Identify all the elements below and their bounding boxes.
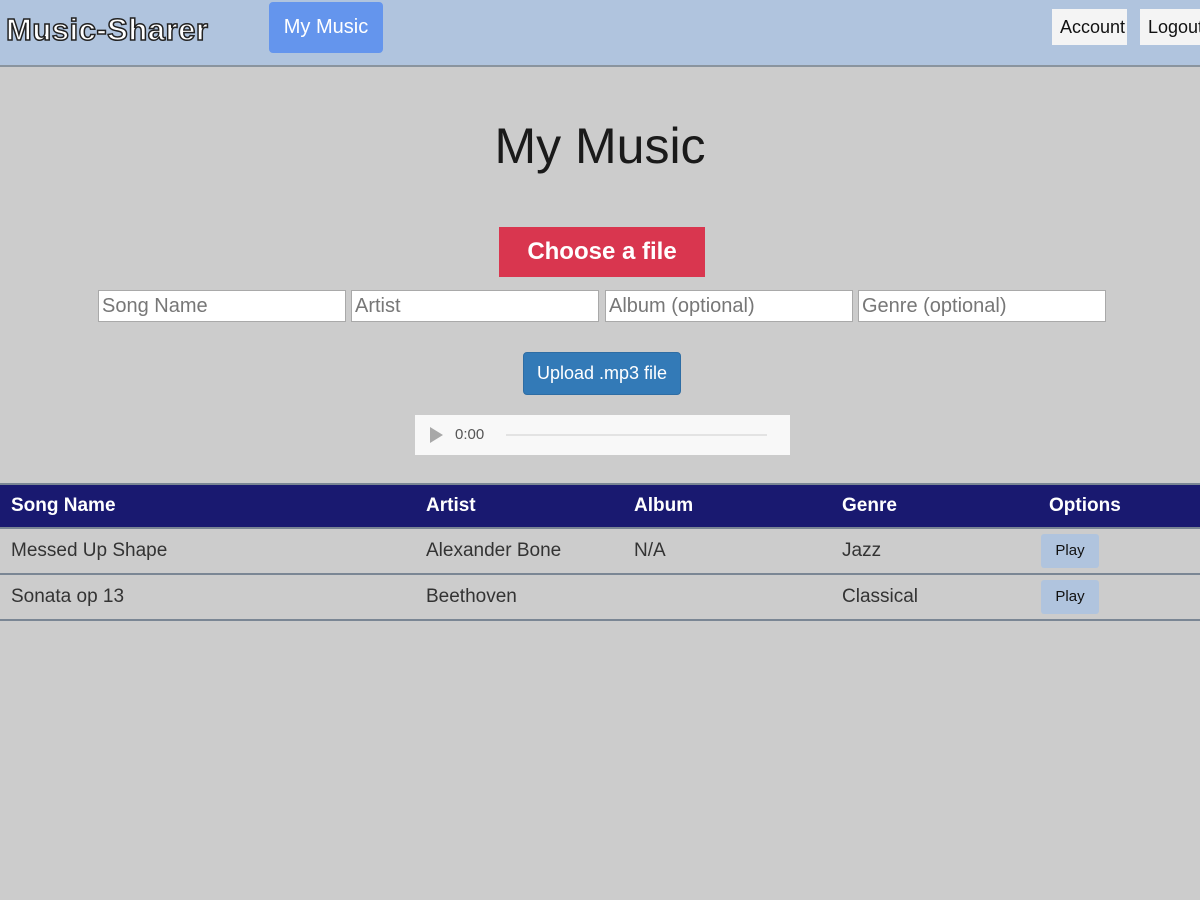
artist-input[interactable] — [351, 290, 599, 322]
cell-artist: Alexander Bone — [415, 528, 623, 575]
header-song-name: Song Name — [0, 483, 415, 529]
audio-time-display: 0:00 — [455, 426, 485, 443]
audio-progress-slider[interactable] — [506, 434, 767, 436]
table-header-row: Song Name Artist Album Genre Options — [0, 483, 1200, 529]
cell-album: N/A — [623, 528, 831, 575]
page-title: My Music — [494, 118, 706, 174]
header-options: Options — [1038, 483, 1200, 529]
cell-song-name: Messed Up Shape — [0, 528, 415, 575]
cell-options: Play — [1038, 574, 1200, 621]
play-button[interactable]: Play — [1041, 580, 1099, 614]
header-artist: Artist — [415, 483, 623, 529]
brand-logo[interactable]: Music-Sharer — [5, 11, 208, 48]
audio-player: 0:00 — [415, 415, 790, 455]
top-navbar: Music-Sharer My Music Account Logout — [0, 0, 1200, 67]
cell-genre: Classical — [831, 574, 1038, 621]
song-name-input[interactable] — [98, 290, 346, 322]
play-button[interactable]: Play — [1041, 534, 1099, 568]
cell-genre: Jazz — [831, 528, 1038, 575]
nav-my-music-link[interactable]: My Music — [269, 2, 383, 53]
songs-table: Song Name Artist Album Genre Options Mes… — [0, 483, 1200, 621]
table-row: Sonata op 13 Beethoven Classical Play — [0, 574, 1200, 621]
nav-account-link[interactable]: Account — [1052, 9, 1127, 45]
cell-options: Play — [1038, 528, 1200, 575]
choose-file-button[interactable]: Choose a file — [499, 227, 705, 277]
play-icon[interactable] — [430, 427, 443, 443]
header-album: Album — [623, 483, 831, 529]
upload-mp3-button[interactable]: Upload .mp3 file — [523, 352, 681, 395]
genre-input[interactable] — [858, 290, 1106, 322]
album-input[interactable] — [605, 290, 853, 322]
cell-song-name: Sonata op 13 — [0, 574, 415, 621]
cell-artist: Beethoven — [415, 574, 623, 621]
table-row: Messed Up Shape Alexander Bone N/A Jazz … — [0, 528, 1200, 575]
nav-logout-link[interactable]: Logout — [1140, 9, 1200, 45]
header-genre: Genre — [831, 483, 1038, 529]
cell-album — [623, 574, 831, 621]
